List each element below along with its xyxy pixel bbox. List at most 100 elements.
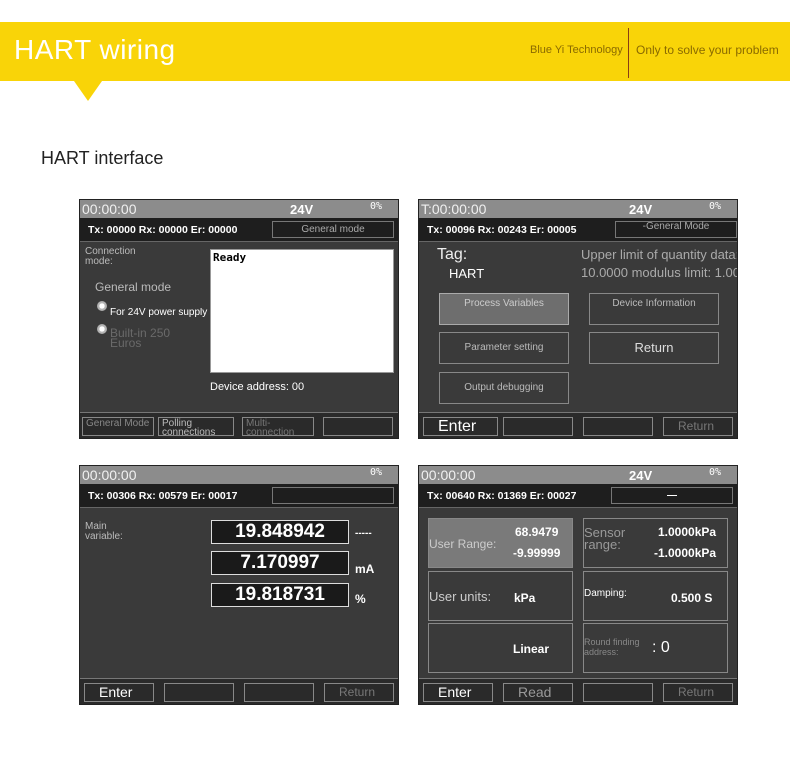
menu-output-debugging[interactable]: Output debugging	[439, 372, 569, 404]
enter-button[interactable]: Enter	[423, 683, 493, 702]
enter-button[interactable]: Enter	[84, 683, 154, 702]
main-variable-unit: -----	[355, 528, 372, 539]
clock: 00:00:00	[82, 467, 137, 483]
percent-value: 19.818731	[211, 583, 349, 607]
status-bar: Tx: 00000 Rx: 00000 Er: 00000 General mo…	[80, 218, 398, 242]
company-name: Blue Yi Technology	[530, 44, 623, 56]
page-title: HART wiring	[14, 34, 176, 65]
softkey-bar: Enter Return	[419, 412, 737, 438]
header-divider	[628, 28, 629, 78]
multi-connection-button[interactable]: Multi-connection	[242, 417, 314, 438]
main-variable-label: Main variable:	[85, 521, 123, 542]
info-line-2: 10.0000 modulus limit: 1.00000	[581, 265, 737, 280]
screen-parameter-setting: 00:00:00 24V 0% Tx: 00640 Rx: 01369 Er: …	[418, 465, 738, 705]
clock: T:00:00:00	[421, 201, 487, 217]
clock: 00:00:00	[82, 201, 137, 217]
menu-device-information[interactable]: Device Information	[589, 293, 719, 325]
mode-badge	[272, 487, 394, 504]
user-units-value: kPa	[514, 591, 536, 605]
sensor-range-upper: 1.0000kPa	[658, 525, 717, 539]
tag-label: Tag:	[437, 246, 468, 263]
blank-softkey-2[interactable]	[503, 417, 573, 436]
user-range-lower: -9.99999	[513, 546, 561, 560]
status-bar: Tx: 00096 Rx: 00243 Er: 00005 -General M…	[419, 218, 737, 242]
console-output: Ready	[210, 249, 394, 373]
general-mode-button[interactable]: General Mode	[82, 417, 154, 436]
section-title: HART interface	[41, 148, 164, 168]
softkey-bar: General Mode Polling connections Multi-c…	[80, 412, 398, 438]
tag-value: HART	[449, 266, 485, 281]
screen-device-menu: T:00:00:00 24V 0% Tx: 00096 Rx: 00243 Er…	[418, 199, 738, 439]
tx-rx-counters: Tx: 00306 Rx: 00579 Er: 00017	[88, 490, 238, 502]
voltage-indicator: 24V	[290, 202, 314, 217]
mode-badge: —	[611, 487, 733, 504]
return-button[interactable]: Return	[663, 683, 733, 702]
battery-indicator: 0%	[369, 467, 382, 478]
screen-connection-mode: 00:00:00 24V 0% Tx: 00000 Rx: 00000 Er: …	[79, 199, 399, 439]
connection-mode-label: Connection mode:	[85, 246, 136, 267]
screen-process-variables: 00:00:00 0% Tx: 00306 Rx: 00579 Er: 0001…	[79, 465, 399, 705]
mode-badge: General mode	[272, 221, 394, 238]
softkey-bar: Enter Read Return	[419, 678, 737, 704]
company-slogan: Only to solve your problem	[636, 43, 779, 57]
tx-rx-counters: Tx: 00096 Rx: 00243 Er: 00005	[427, 224, 577, 236]
user-units-cell[interactable]: User units: kPa	[428, 571, 573, 621]
softkey-bar: Enter Return	[80, 678, 398, 704]
percent-unit: %	[355, 592, 366, 606]
voltage-indicator: 24V	[629, 468, 653, 483]
clock: 00:00:00	[421, 467, 476, 483]
voltage-indicator: 24V	[629, 202, 653, 217]
current-value: 7.170997	[211, 551, 349, 575]
device-address: Device address: 00	[210, 381, 305, 393]
banner-pointer	[74, 81, 102, 101]
transfer-function-value: Linear	[513, 642, 550, 656]
mode-badge: -General Mode	[615, 221, 737, 238]
main-variable-value: 19.848942	[211, 520, 349, 544]
sensor-range-cell[interactable]: Sensor range: 1.0000kPa -1.0000kPa	[583, 518, 728, 568]
mode-heading: General mode	[95, 280, 172, 294]
status-bar: Tx: 00306 Rx: 00579 Er: 00017	[80, 484, 398, 508]
blank-softkey-3[interactable]	[583, 417, 653, 436]
radio-builtin-250[interactable]	[97, 324, 107, 334]
screen-top-bar: 00:00:00 24V 0%	[419, 466, 737, 484]
blank-softkey[interactable]	[323, 417, 393, 436]
tx-rx-counters: Tx: 00000 Rx: 00000 Er: 00000	[88, 224, 238, 236]
battery-indicator: 0%	[708, 467, 721, 478]
header-banner: HART wiring Blue Yi Technology Only to s…	[0, 22, 790, 81]
sensor-range-lower: -1.0000kPa	[654, 546, 717, 560]
damping-label: Damping:	[584, 588, 627, 599]
battery-indicator: 0%	[369, 201, 382, 212]
return-button[interactable]: Return	[324, 683, 394, 702]
screen-top-bar: 00:00:00 0%	[80, 466, 398, 484]
current-unit: mA	[355, 562, 375, 576]
damping-cell[interactable]: Damping: 0.500 S	[583, 571, 728, 621]
status-bar: Tx: 00640 Rx: 01369 Er: 00027 —	[419, 484, 737, 508]
menu-parameter-setting[interactable]: Parameter setting	[439, 332, 569, 364]
radio-24v-supply[interactable]	[97, 301, 107, 311]
user-range-cell[interactable]: User Range: 68.9479 -9.99999	[428, 518, 573, 568]
screen-top-bar: T:00:00:00 24V 0%	[419, 200, 737, 218]
enter-button[interactable]: Enter	[423, 417, 498, 436]
screen-top-bar: 00:00:00 24V 0%	[80, 200, 398, 218]
info-line-1: Upper limit of quantity data:	[581, 247, 738, 262]
polling-connections-button[interactable]: Polling connections	[158, 417, 234, 438]
damping-value: 0.500 S	[671, 591, 713, 605]
tx-rx-counters: Tx: 00640 Rx: 01369 Er: 00027	[427, 490, 577, 502]
polling-address-value: : 0	[652, 639, 670, 656]
user-range-upper: 68.9479	[515, 525, 559, 539]
blank-softkey-3[interactable]	[583, 683, 653, 702]
menu-return[interactable]: Return	[589, 332, 719, 364]
read-button[interactable]: Read	[503, 683, 573, 702]
blank-softkey-2[interactable]	[164, 683, 234, 702]
option-24v-label: For 24V power supply	[110, 308, 208, 318]
battery-indicator: 0%	[708, 201, 721, 212]
user-units-label: User units:	[429, 589, 492, 604]
console-status-text: Ready	[213, 251, 247, 264]
sensor-range-label: Sensor range:	[584, 525, 626, 552]
transfer-function-cell[interactable]: Linear	[428, 623, 573, 673]
menu-process-variables[interactable]: Process Variables	[439, 293, 569, 325]
blank-softkey-3[interactable]	[244, 683, 314, 702]
return-button[interactable]: Return	[663, 417, 733, 436]
polling-address-cell[interactable]: Round finding address: : 0	[583, 623, 728, 673]
option-builtin-label: Built-in 250 Euros	[110, 326, 171, 350]
